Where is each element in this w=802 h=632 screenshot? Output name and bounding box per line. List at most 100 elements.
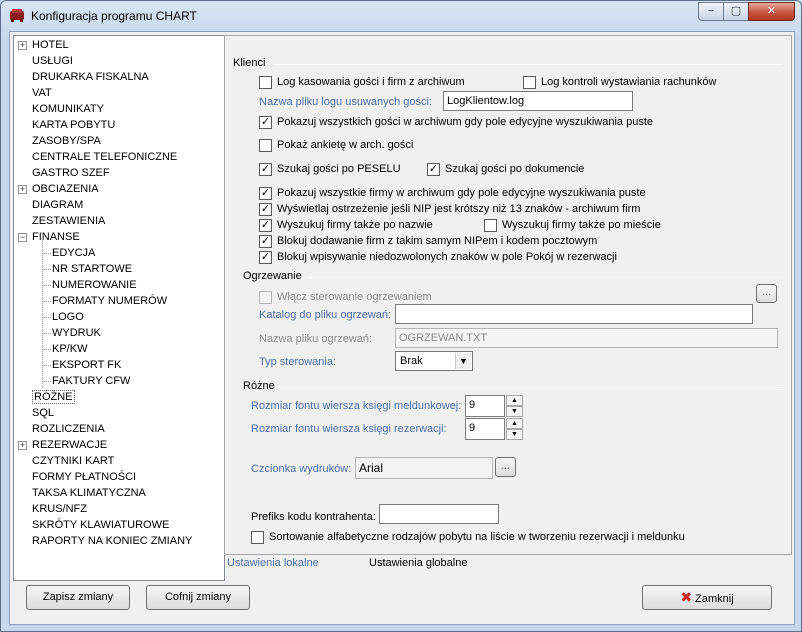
pokazuj-gosci-label: Pokazuj wszystkich gości w archiwum gdy …: [277, 116, 653, 128]
sortowanie-checkbox[interactable]: [251, 531, 264, 544]
katalog-label: Katalog do pliku ogrzewań:: [259, 309, 392, 321]
tree-item[interactable]: ZESTAWIENIA: [32, 214, 105, 228]
prefiks-input[interactable]: [379, 504, 499, 524]
czcionka-browse-button[interactable]: ...: [495, 457, 516, 477]
tree-item[interactable]: KP/KW: [52, 342, 87, 356]
tree-item-label: EDYCJA: [52, 247, 96, 259]
log-kontroli-checkbox[interactable]: [523, 76, 536, 89]
tree-item[interactable]: HOTEL: [32, 38, 69, 52]
close-button[interactable]: ✖ Zamknij: [642, 585, 772, 610]
czcionka-value: Arial: [355, 457, 493, 479]
ogrzewanie-browse-button[interactable]: ...: [756, 284, 777, 303]
tree-item[interactable]: RÓŻNE: [32, 390, 75, 404]
tree-item[interactable]: KRUS/NFZ: [32, 502, 87, 516]
tree-item[interactable]: DIAGRAM: [32, 198, 83, 212]
tree-item[interactable]: LOGO: [52, 310, 84, 324]
ostrzezenie-nip-checkbox[interactable]: ✓: [259, 203, 272, 216]
minimize-button[interactable]: −: [698, 2, 724, 21]
tree-line: [43, 285, 51, 286]
expand-icon[interactable]: +: [18, 185, 27, 194]
pokaz-ankiete-label: Pokaż ankietę w arch. gości: [277, 139, 414, 151]
typ-sterowania-label: Typ sterowania:: [259, 356, 337, 368]
tree-item-label: FORMY PŁATNOŚCI: [32, 471, 137, 483]
blokuj-nip-checkbox[interactable]: ✓: [259, 235, 272, 248]
tree-item[interactable]: RAPORTY NA KONIEC ZMIANY: [32, 534, 192, 548]
spin-up-icon[interactable]: ▲: [506, 418, 523, 429]
window-title: Konfiguracja programu CHART: [31, 9, 197, 23]
pokaz-ankiete-checkbox[interactable]: [259, 139, 272, 152]
tree-item[interactable]: SKRÓTY KLAWIATUROWE: [32, 518, 169, 532]
tree-item[interactable]: OBCIAZENIA: [32, 182, 99, 196]
tree-item[interactable]: NR STARTOWE: [52, 262, 132, 276]
tab-ustawienia-globalne[interactable]: Ustawienia globalne: [369, 557, 467, 569]
font-meld-spinner[interactable]: ▲ ▼: [506, 395, 523, 417]
katalog-input[interactable]: [395, 304, 753, 324]
firmy-nazwa-checkbox[interactable]: ✓: [259, 219, 272, 232]
firmy-miescie-checkbox[interactable]: [484, 219, 497, 232]
typ-sterowania-select[interactable]: Brak ▼: [395, 351, 473, 371]
log-kasowania-checkbox[interactable]: [259, 76, 272, 89]
font-meld-input[interactable]: 9: [465, 395, 505, 417]
undo-button[interactable]: Cofnij zmiany: [146, 585, 250, 610]
tree-item[interactable]: KARTA POBYTU: [32, 118, 115, 132]
tab-ustawienia-lokalne[interactable]: Ustawienia lokalne: [227, 557, 319, 569]
tree-item[interactable]: FAKTURY CFW: [52, 374, 130, 388]
blokuj-znaki-checkbox[interactable]: ✓: [259, 251, 272, 264]
wlacz-ogrzewanie-checkbox[interactable]: [259, 291, 272, 304]
tree-item[interactable]: EKSPORT FK: [52, 358, 121, 372]
tree-item[interactable]: CZYTNIKI KART: [32, 454, 114, 468]
tree-item[interactable]: FORMATY NUMERÓW: [52, 294, 167, 308]
plik-logu-input[interactable]: LogKlientow.log: [443, 91, 633, 111]
expand-icon[interactable]: +: [18, 41, 27, 50]
plik-ogrzewan-input[interactable]: OGRZEWAN.TXT: [395, 328, 778, 348]
tree-item[interactable]: CENTRALE TELEFONICZNE: [32, 150, 177, 164]
tree-item[interactable]: WYDRUK: [52, 326, 101, 340]
settings-panel: Klienci Log kasowania gości i firm z arc…: [224, 35, 792, 555]
tree-item[interactable]: ZASOBY/SPA: [32, 134, 101, 148]
save-button[interactable]: Zapisz zmiany: [26, 585, 130, 610]
tree-item-label: SQL: [32, 407, 55, 419]
dropdown-arrow-icon[interactable]: ▼: [455, 353, 471, 369]
tree-item[interactable]: FORMY PŁATNOŚCI: [32, 470, 136, 484]
spin-down-icon[interactable]: ▼: [506, 429, 523, 440]
szukaj-dokument-checkbox[interactable]: ✓: [427, 163, 440, 176]
typ-sterowania-value: Brak: [400, 355, 423, 367]
tree-item[interactable]: ROZLICZENIA: [32, 422, 105, 436]
tree-item[interactable]: REZERWACJE: [32, 438, 107, 452]
category-tree[interactable]: HOTEL + USŁUGI DRUKARKA FISKALNA VAT KOMUNIKA…: [13, 35, 225, 581]
szukaj-pesel-checkbox[interactable]: ✓: [259, 163, 272, 176]
pokazuj-firmy-checkbox[interactable]: ✓: [259, 187, 272, 200]
title-bar: Konfiguracja programu CHART − ▢ ✕: [1, 1, 801, 31]
tree-item[interactable]: DRUKARKA FISKALNA: [32, 70, 149, 84]
spin-down-icon[interactable]: ▼: [506, 406, 523, 417]
tree-line: [43, 253, 51, 254]
tree-item-label: OBCIAZENIA: [32, 183, 99, 195]
expand-icon[interactable]: +: [18, 441, 27, 450]
tree-item[interactable]: KOMUNIKATY: [32, 102, 104, 116]
firmy-miescie-label: Wyszukuj firmy także po mieście: [502, 219, 661, 231]
tree-item[interactable]: EDYCJA: [52, 246, 95, 260]
tree-line: [43, 317, 51, 318]
maximize-button[interactable]: ▢: [723, 2, 749, 21]
tree-item[interactable]: NUMEROWANIE: [52, 278, 137, 292]
prefiks-label: Prefiks kodu kontrahenta:: [251, 511, 376, 523]
close-button-label: Zamknij: [695, 593, 734, 605]
tree-item[interactable]: GASTRO SZEF: [32, 166, 110, 180]
spin-up-icon[interactable]: ▲: [506, 395, 523, 406]
pokazuj-gosci-checkbox[interactable]: ✓: [259, 116, 272, 129]
tree-item[interactable]: FINANSE: [32, 230, 80, 244]
szukaj-pesel-label: Szukaj gości po PESELU: [277, 163, 401, 175]
tree-item-label: NR STARTOWE: [52, 263, 133, 275]
tree-item[interactable]: SQL: [32, 406, 54, 420]
collapse-icon[interactable]: −: [18, 233, 27, 242]
sortowanie-label: Sortowanie alfabetyczne rodzajów pobytu …: [269, 531, 685, 543]
section-title-klienci: Klienci: [233, 57, 266, 69]
font-rez-input[interactable]: 9: [465, 418, 505, 440]
tree-item-label: KARTA POBYTU: [32, 119, 116, 131]
tree-item-label: REZERWACJE: [32, 439, 108, 451]
tree-item[interactable]: USŁUGI: [32, 54, 73, 68]
font-rez-spinner[interactable]: ▲ ▼: [506, 418, 523, 440]
tree-item[interactable]: VAT: [32, 86, 52, 100]
window-close-button[interactable]: ✕: [748, 2, 795, 21]
tree-item[interactable]: TAKSA KLIMATYCZNA: [32, 486, 146, 500]
